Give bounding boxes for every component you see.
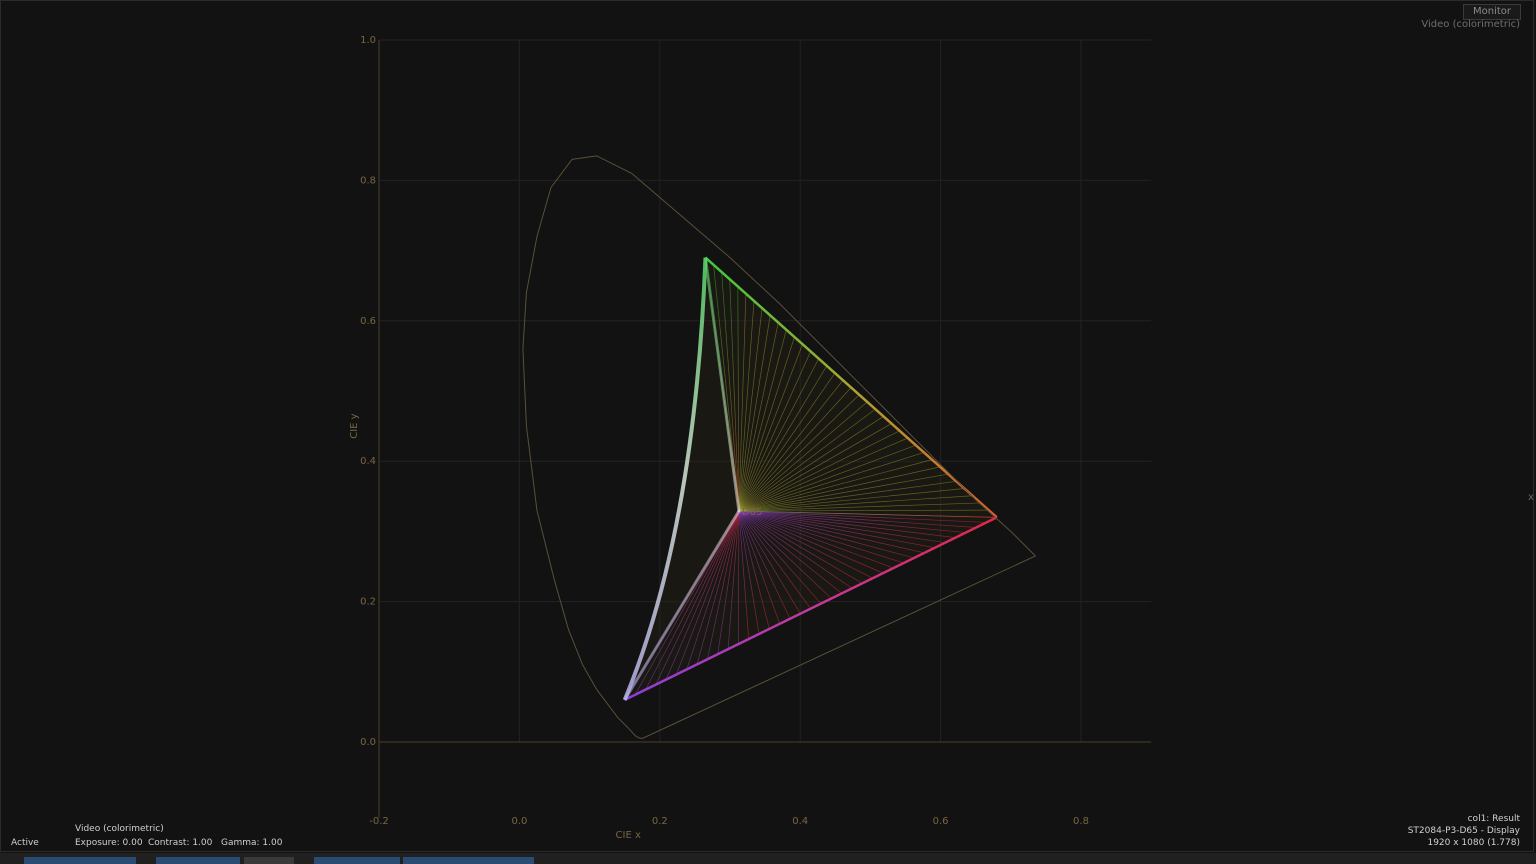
hud-display-mode: Video (colorimetric)	[75, 824, 164, 834]
tab-4[interactable]	[314, 857, 400, 864]
tab-3[interactable]	[244, 857, 294, 864]
viewer-frame	[0, 0, 1534, 852]
display-colorspace: ST2084-P3-D65 - Display	[1407, 826, 1520, 836]
viewer-info: col1: Result ST2084-P3-D65 - Display 192…	[1408, 813, 1520, 849]
close-icon[interactable]: x	[1528, 492, 1534, 503]
tab-5[interactable]	[403, 857, 534, 864]
tab-1[interactable]	[24, 857, 136, 864]
monitor-button[interactable]: Monitor	[1463, 4, 1521, 20]
node-name: col1: Result	[1467, 814, 1520, 824]
resolution-info: 1920 x 1080 (1.778)	[1427, 838, 1520, 848]
status-active: Active	[11, 838, 39, 848]
hud-exposure: Exposure: 0.00	[75, 838, 143, 848]
scope-mode-label: Video (colorimetric)	[1421, 19, 1520, 30]
hud-contrast: Contrast: 1.00	[148, 838, 213, 848]
tab-2[interactable]	[156, 857, 240, 864]
hud-gamma: Gamma: 1.00	[221, 838, 283, 848]
